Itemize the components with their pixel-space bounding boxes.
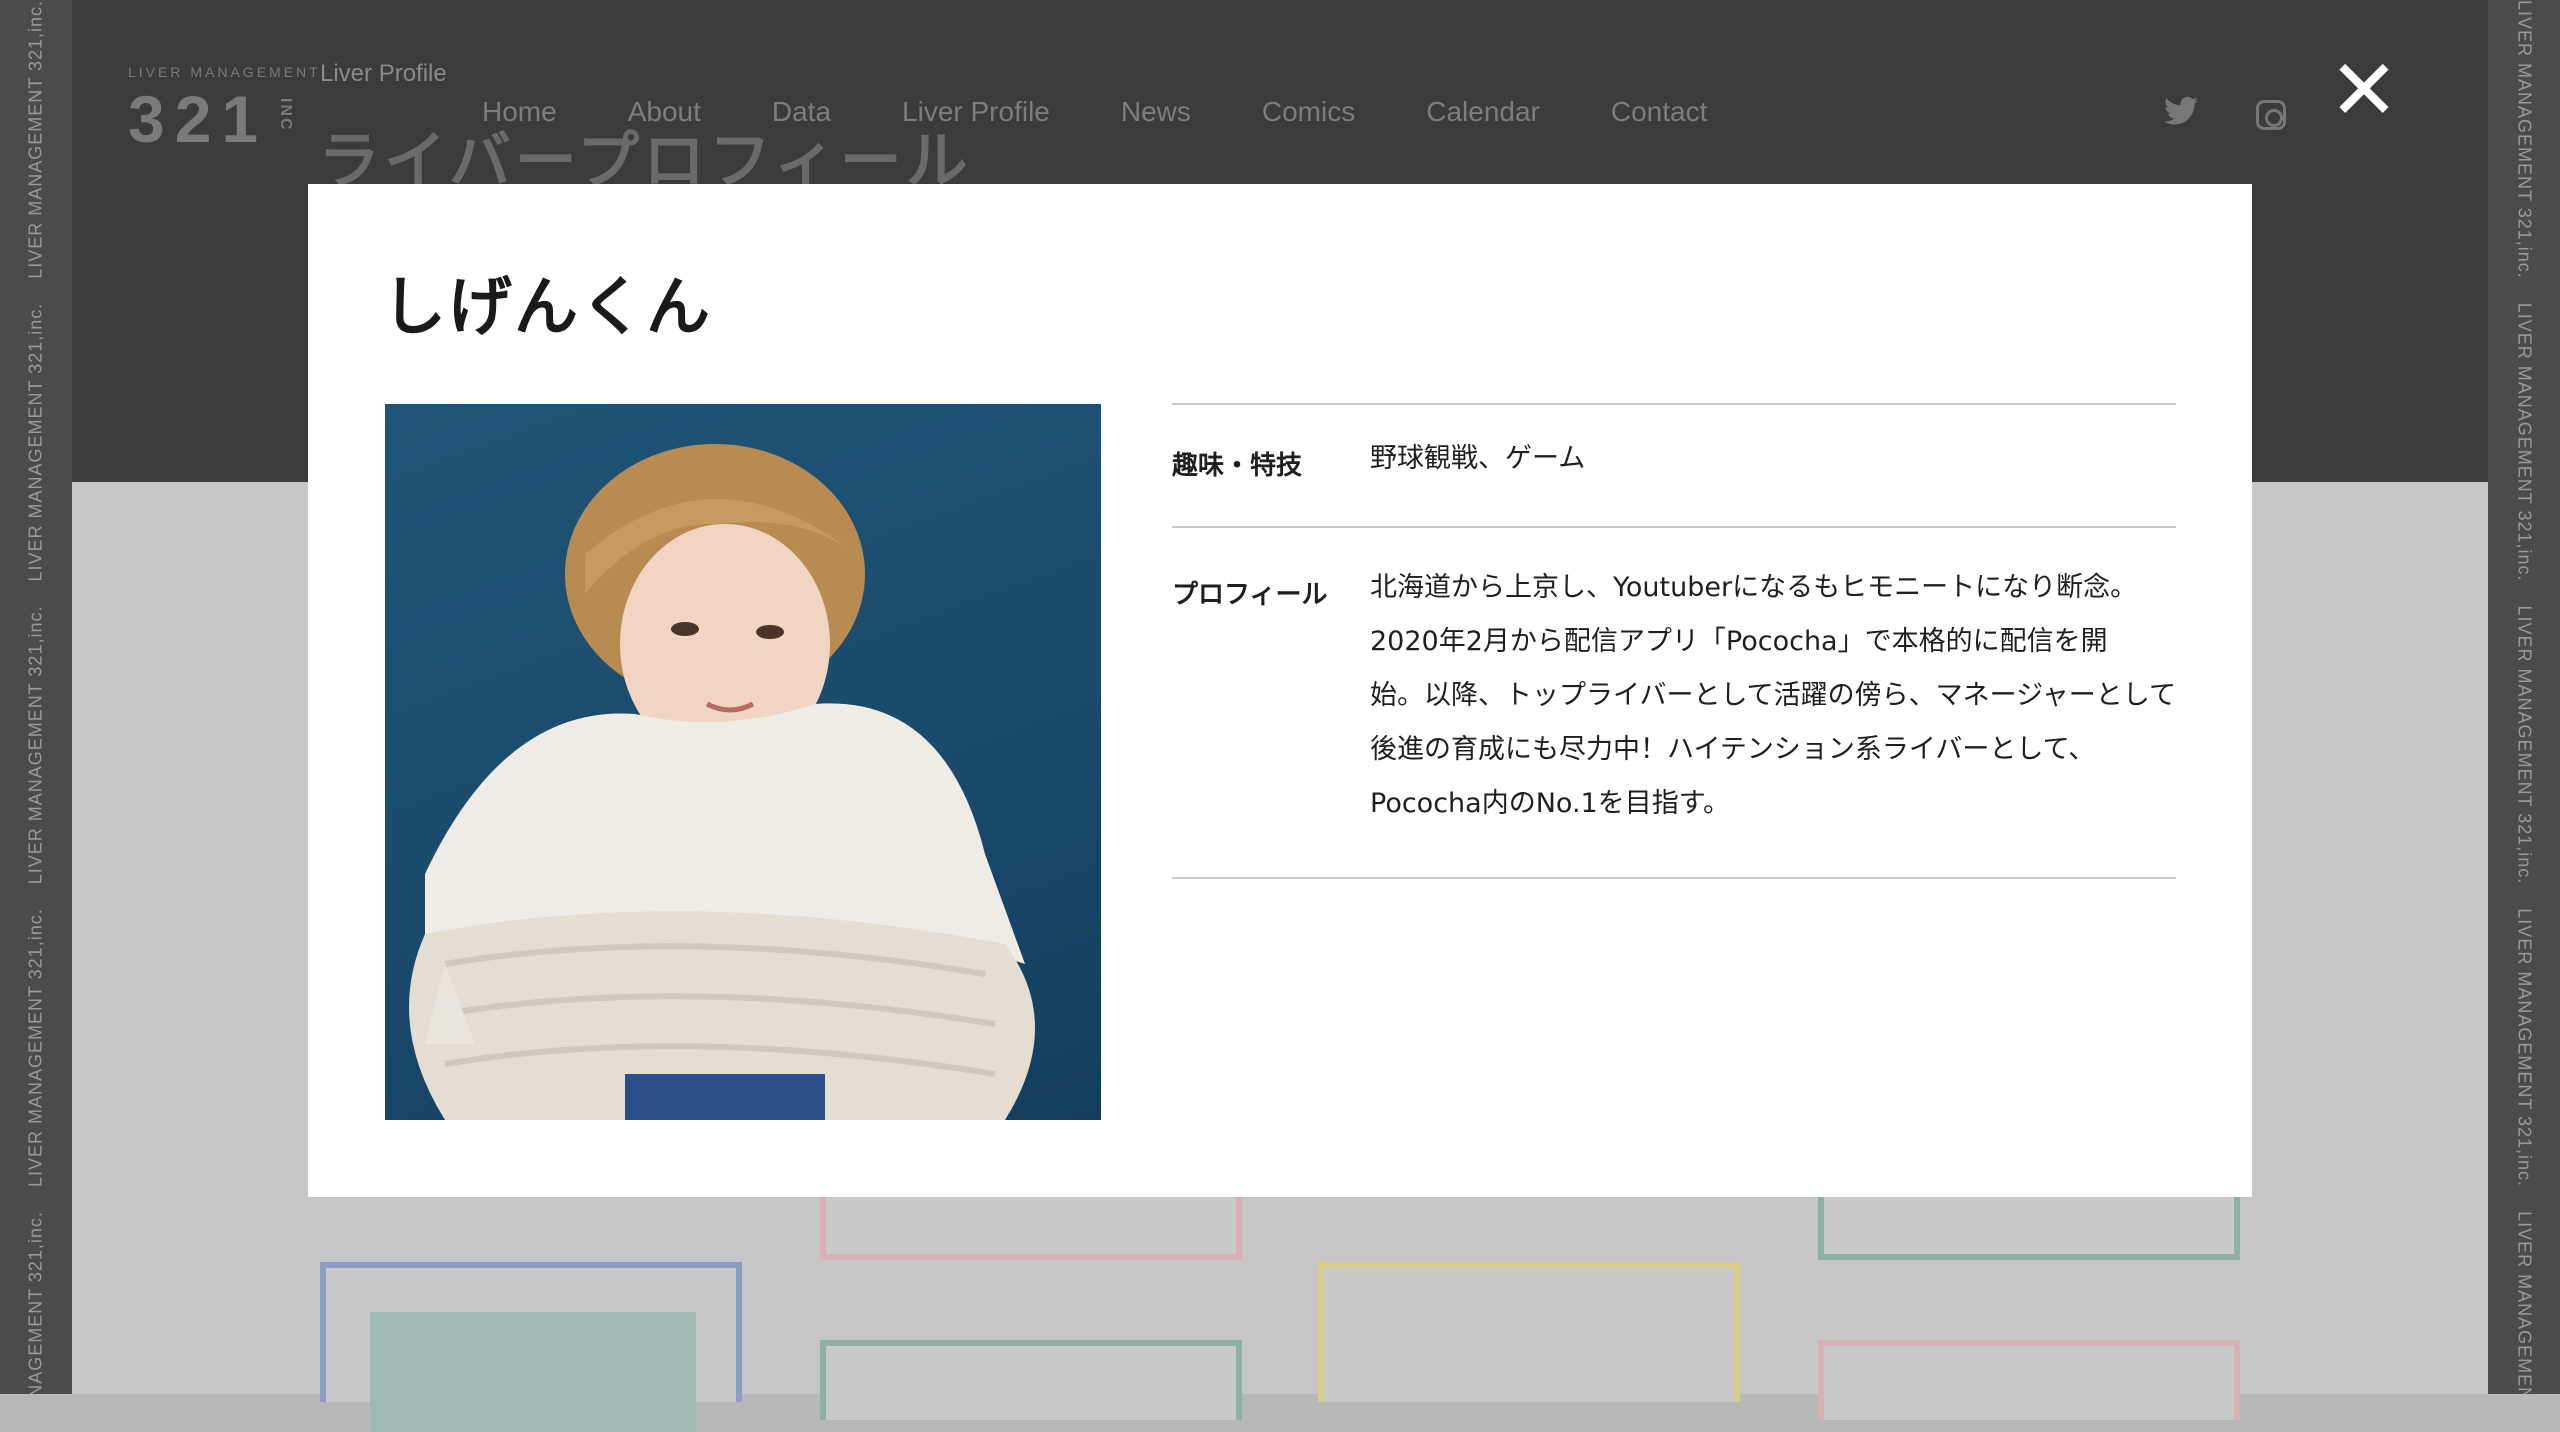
liver-card[interactable]: [820, 1340, 1242, 1420]
profile-label: プロフィール: [1172, 580, 1328, 610]
logo-inc: INC: [277, 98, 294, 132]
profile-line: 北海道から上京し、Youtuberになるもヒモニートになり断念。: [1370, 572, 2138, 603]
liver-card[interactable]: [1318, 1262, 1740, 1402]
page-subtitle: Liver Profile: [320, 60, 447, 87]
right-side-strip: LIVER MANAGEMENT 321,inc. LIVER MANAGEME…: [2488, 0, 2560, 1394]
hobby-value: 野球観戦、ゲーム: [1370, 443, 1586, 474]
main-nav: Home About Data Liver Profile News Comic…: [482, 96, 1778, 128]
instagram-icon[interactable]: [2256, 100, 2286, 130]
profile-photo: [385, 404, 1101, 1120]
site-logo[interactable]: LIVER MANAGEMENT 321 INC: [128, 64, 321, 152]
profile-value: 北海道から上京し、Youtuberになるもヒモニートになり断念。 2020年2月…: [1370, 561, 2176, 831]
hobby-label: 趣味・特技: [1172, 451, 1303, 481]
profile-line: 後進の育成にも尽力中！ハイテンション系ライバーとして、: [1370, 734, 2096, 765]
profile-line: 2020年2月から配信アプリ「Pococha」で本格的に配信を開: [1370, 626, 2108, 657]
info-row-hobby: 趣味・特技 野球観戦、ゲーム: [1172, 403, 2176, 526]
info-row-profile: プロフィール 北海道から上京し、Youtuberになるもヒモニートになり断念。 …: [1172, 526, 2176, 879]
card-photo: [370, 1312, 696, 1432]
side-strip-text: LIVER MANAGEMENT 321,inc. LIVER MANAGEME…: [25, 0, 46, 1394]
nav-contact[interactable]: Contact: [1611, 96, 1708, 128]
nav-data[interactable]: Data: [772, 96, 831, 128]
nav-news[interactable]: News: [1121, 96, 1191, 128]
nav-comics[interactable]: Comics: [1262, 96, 1355, 128]
liver-card[interactable]: [1818, 1340, 2240, 1420]
left-side-strip: LIVER MANAGEMENT 321,inc. LIVER MANAGEME…: [0, 0, 72, 1394]
profile-line: 始。以降、トップライバーとして活躍の傍ら、マネージャーとして: [1370, 680, 2176, 711]
side-strip-text: LIVER MANAGEMENT 321,inc. LIVER MANAGEME…: [2514, 0, 2535, 1394]
profile-modal: しげんくん 趣味・特技 野球観戦、ゲーム プロフィール 北海道から上京し、You…: [308, 184, 2252, 1197]
nav-calendar[interactable]: Calendar: [1426, 96, 1540, 128]
logo-text-top: LIVER MANAGEMENT: [128, 64, 321, 80]
close-icon[interactable]: ✕: [2326, 48, 2402, 132]
profile-info-table: 趣味・特技 野球観戦、ゲーム プロフィール 北海道から上京し、Youtuberに…: [1172, 403, 2176, 879]
liver-name: しげんくん: [382, 271, 712, 345]
nav-home[interactable]: Home: [482, 96, 557, 128]
nav-liver-profile[interactable]: Liver Profile: [902, 96, 1050, 128]
liver-card[interactable]: [320, 1262, 742, 1432]
twitter-icon[interactable]: [2164, 96, 2198, 134]
nav-about[interactable]: About: [628, 96, 701, 128]
profile-line: Pococha内のNo.1を目指す。: [1370, 788, 1731, 819]
